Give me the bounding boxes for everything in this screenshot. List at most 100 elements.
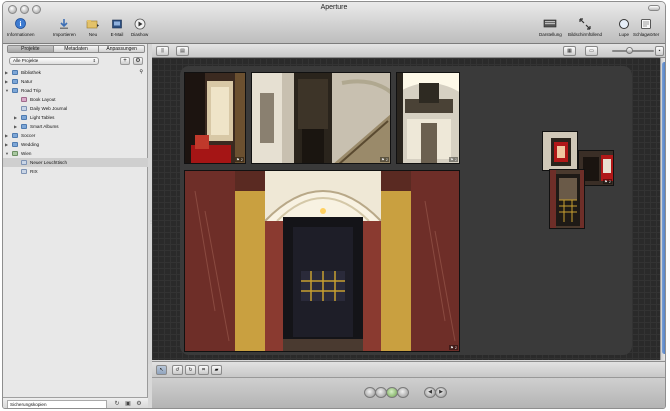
scroll-thumb[interactable] [662, 62, 665, 354]
project-filter-select[interactable]: Alle Projekte ⇕ [9, 57, 99, 65]
toolbar-info-button[interactable]: i Informationen [7, 17, 35, 37]
photo-stack-front-image [550, 170, 584, 228]
show-browser-button[interactable]: ▤ [176, 46, 189, 56]
tab-adjustments[interactable]: Anpassungen [99, 46, 144, 52]
album-icon [21, 106, 27, 111]
toolbar-fullscreen-button[interactable]: Bildschirmfüllend [568, 17, 602, 37]
folder-icon [12, 133, 18, 138]
zoom-slider-track[interactable] [612, 50, 654, 52]
zoom-slider-knob[interactable] [626, 47, 633, 54]
photo-red-lobby[interactable]: ⚑ 2 [184, 72, 246, 164]
light-table-toolbar: ↖ ↺ ↻ ⌗ ▰ [152, 361, 665, 377]
project-action-button[interactable]: ⚙ [133, 57, 143, 65]
disclosure-closed-icon[interactable]: ▶ [5, 77, 8, 86]
tree-item-label: Smart Albums [30, 124, 59, 129]
album-icon [21, 160, 27, 165]
vault-icon[interactable]: ▣ [124, 400, 132, 408]
tree-item-label: Road Trip [21, 88, 41, 93]
straighten-tool-button[interactable]: ▰ [211, 365, 222, 375]
toolbar-toggle-button[interactable] [648, 5, 660, 11]
refresh-icon[interactable]: ↻ [113, 400, 121, 408]
chevron-right-icon: ▶ [439, 389, 443, 395]
new-folder-icon [86, 17, 100, 30]
gear-icon[interactable]: ⚙ [135, 400, 143, 408]
toolbar-import-button[interactable]: Importieren [53, 17, 76, 37]
view-list-button[interactable]: ▭ [585, 46, 598, 56]
add-project-button[interactable]: + [120, 57, 130, 65]
grid-icon: ▦ [567, 48, 572, 54]
toolbar-loupe-button[interactable]: Lupe [617, 17, 631, 37]
disclosure-closed-icon[interactable]: ▶ [5, 68, 8, 77]
project-tree: ▶ Bibliothek ⚲ ▶ Natur ▼ Road Trip Book Layout D… [3, 68, 148, 176]
tree-item[interactable]: ▶ Wedding [3, 140, 148, 149]
folder-icon [12, 142, 18, 147]
tree-item[interactable]: Daily Web Journal [3, 104, 148, 113]
tree-item[interactable]: ▶ Soccer [3, 131, 148, 140]
disclosure-open-icon[interactable]: ▼ [5, 86, 9, 95]
tab-metadata[interactable]: Metadaten [53, 46, 100, 52]
next-button[interactable]: ▶ [435, 387, 447, 398]
toolbar-email-button[interactable]: E-Mail [110, 17, 124, 37]
zoom-large-button[interactable]: ▪ [655, 46, 664, 56]
tree-item[interactable]: ▶ Natur [3, 77, 148, 86]
stack-toggle-button[interactable]: ⫼ [156, 46, 169, 56]
disclosure-closed-icon[interactable]: ▶ [5, 140, 8, 149]
rating-controls [364, 387, 409, 398]
tree-item[interactable]: ▼ Wien [3, 149, 148, 158]
disclosure-closed-icon[interactable]: ▶ [5, 131, 8, 140]
toolbar-slideshow-label: Diashow [131, 32, 149, 37]
tree-item[interactable]: ▶ Bibliothek ⚲ [3, 68, 148, 77]
toolbar-keywords-button[interactable]: Schlagwörter [633, 17, 659, 37]
album-icon [21, 169, 27, 174]
disclosure-closed-icon[interactable]: ▶ [14, 113, 17, 122]
rotate-right-tool-button[interactable]: ↻ [185, 365, 196, 375]
tree-item-label: Wien [21, 151, 32, 156]
tree-item[interactable]: Neuer Leuchttisch [3, 158, 148, 167]
zoom-in-icon: ▪ [658, 48, 661, 54]
toolbar-layout-label: Darstellung [539, 32, 562, 37]
toolbar-info-label: Informationen [7, 32, 35, 37]
rotate-left-icon: ↺ [175, 367, 180, 373]
select-button[interactable] [397, 387, 409, 398]
tree-item[interactable]: RIX [3, 167, 148, 176]
toolbar-email-label: E-Mail [110, 32, 124, 37]
straighten-icon: ▰ [214, 367, 219, 373]
toolbar-new-button[interactable]: Neu [86, 17, 100, 37]
browser-icon: ▤ [180, 48, 185, 54]
photo-elevator-staircase[interactable]: ⚑ 2 [251, 72, 391, 164]
tree-item[interactable]: Book Layout [3, 95, 148, 104]
photo-stack-front[interactable] [549, 169, 585, 229]
disclosure-open-icon[interactable]: ▼ [5, 149, 9, 158]
tree-item-label: Book Layout [30, 97, 56, 102]
view-grid-button[interactable]: ▦ [563, 46, 576, 56]
photo-stack-elevator[interactable] [542, 131, 578, 171]
search-icon[interactable]: ⚲ [139, 68, 143, 77]
toolbar-new-label: Neu [88, 32, 98, 37]
tab-projects[interactable]: Projekte [8, 46, 54, 52]
toolbar-slideshow-button[interactable]: Diashow [131, 17, 148, 37]
select-tool-button[interactable]: ↖ [156, 365, 167, 375]
photo-marble-corridor[interactable]: ⚑ 2 [184, 170, 460, 352]
tree-item-label: Wedding [21, 142, 40, 147]
photo-badge: ⚑ 2 [449, 157, 458, 162]
toolbar-loupe-label: Lupe [618, 32, 629, 37]
tree-item[interactable]: ▶ Light Tables [3, 113, 148, 122]
tree-item[interactable]: ▶ Smart Albums [3, 122, 148, 131]
vertical-scrollbar[interactable] [660, 58, 665, 360]
crop-tool-button[interactable]: ⌗ [198, 365, 209, 375]
stack-icon: ⫼ [161, 48, 164, 54]
import-icon [57, 17, 71, 30]
aperture-window: Aperture i Informationen Importieren Neu [2, 1, 666, 409]
tree-item[interactable]: ▼ Road Trip [3, 86, 148, 95]
photo-staircase-window[interactable]: ⚑ 2 [396, 72, 460, 164]
toolbar-layout-button[interactable]: Darstellung [539, 17, 562, 37]
arrow-cursor-icon: ↖ [159, 367, 164, 373]
backup-field[interactable]: Sicherungskopien [7, 400, 107, 408]
rotate-left-tool-button[interactable]: ↺ [172, 365, 183, 375]
tree-item-label: Soccer [21, 133, 36, 138]
folder-icon [12, 79, 18, 84]
disclosure-closed-icon[interactable]: ▶ [14, 122, 17, 131]
photo-badge: ⚑ 2 [380, 157, 389, 162]
toolbar-import-label: Importieren [53, 32, 76, 37]
chevron-updown-icon: ⇕ [92, 58, 96, 63]
